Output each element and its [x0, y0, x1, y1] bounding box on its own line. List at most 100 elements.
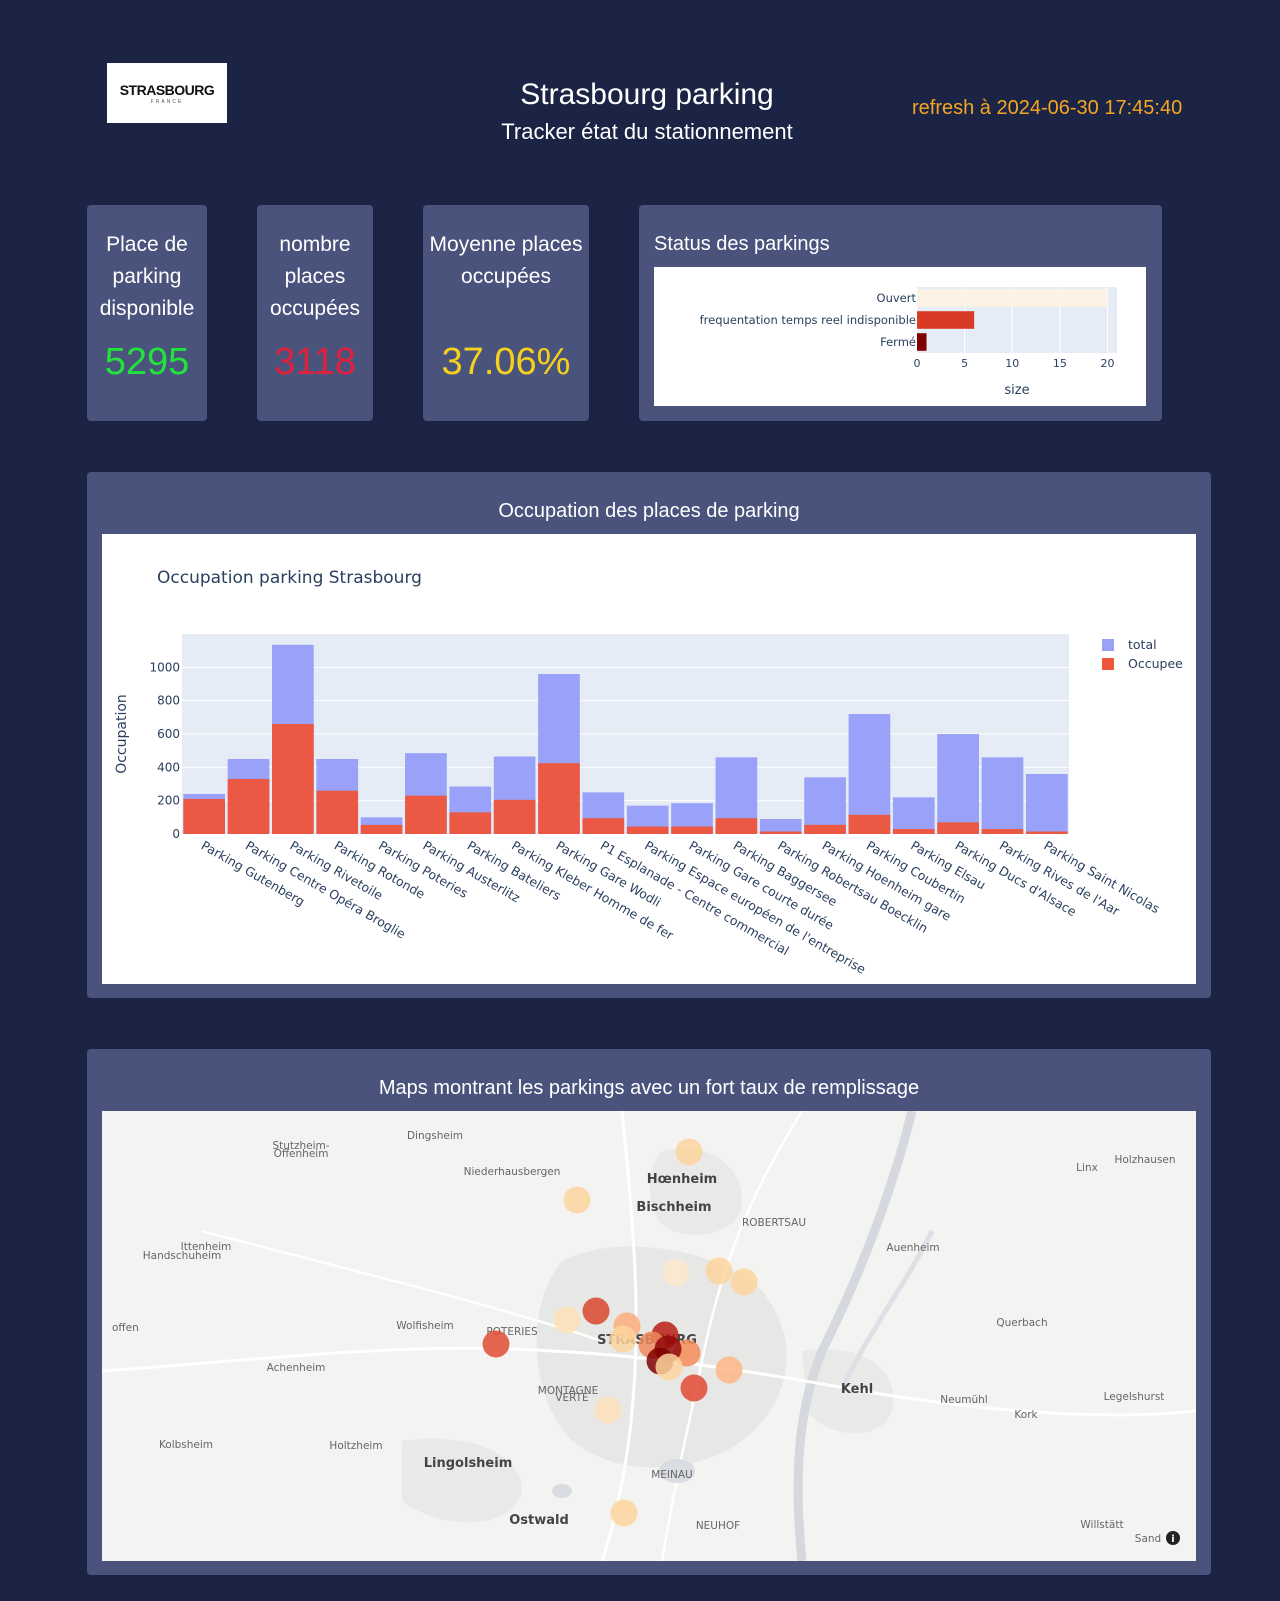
lake	[552, 1484, 572, 1498]
occupation-y-tick: 200	[157, 794, 180, 808]
occupation-bar-occupee	[405, 795, 447, 834]
map-place-label: Bischheim	[636, 1200, 711, 1215]
map-place-label: Auenheim	[886, 1242, 939, 1254]
occupation-bar-total	[937, 734, 979, 834]
status-chart-area: 0 5 10 15 20 Ouvert frequentation temps reel i…	[654, 267, 1146, 406]
status-category-label: Ouvert	[877, 291, 917, 305]
parking-marker	[715, 1356, 743, 1384]
map-place-label: NEUHOF	[696, 1520, 740, 1532]
occupation-bar-occupee	[538, 763, 580, 834]
map-place-label: Hœnheim	[647, 1172, 717, 1187]
occupation-bar-occupee	[227, 779, 270, 834]
kpi-label-average: Moyenne places occupées	[429, 233, 583, 288]
map-place-label: Achenheim	[267, 1362, 326, 1374]
occupation-bar-occupee	[493, 799, 536, 834]
occupation-y-axis-label: Occupation	[114, 694, 130, 774]
refresh-timestamp: refresh à 2024-06-30 17:45:40	[912, 97, 1183, 119]
map-place-label: Legelshurst	[1104, 1391, 1165, 1403]
map-place-label: Willstätt	[1080, 1519, 1123, 1531]
map-place-label: Dingsheim	[407, 1130, 463, 1142]
parking-marker	[594, 1396, 622, 1424]
occupation-bar-occupee	[360, 824, 403, 834]
occupation-bar-occupee	[715, 818, 758, 834]
parking-marker	[680, 1374, 708, 1402]
occupation-bar-occupee	[582, 818, 625, 834]
status-panel: Status des parkings 0 5 10 15 20 Ouvert freque…	[639, 205, 1162, 421]
map-place-label: Kolbsheim	[159, 1439, 213, 1451]
status-bar	[917, 289, 1108, 307]
map-place-label: Linx	[1076, 1162, 1098, 1174]
occupation-bar-occupee	[1025, 831, 1068, 834]
kpi-value-average: 37.06%	[441, 341, 571, 383]
map-place-label: Kork	[1014, 1409, 1038, 1421]
occupation-bar-total	[981, 757, 1024, 834]
status-x-tick: 10	[1005, 357, 1019, 370]
parking-marker	[582, 1297, 610, 1325]
page-subtitle: Tracker état du stationnement	[501, 119, 793, 144]
occupation-y-tick: 800	[157, 694, 180, 708]
occupation-chart-area: Occupation parking Strasbourg 0 200 400 600 8…	[102, 534, 1196, 984]
occupation-panel-title: Occupation des places de parking	[498, 500, 800, 522]
kpi-card-average: Moyenne places occupées 37.06%	[423, 205, 589, 421]
info-icon-glyph: i	[1171, 1534, 1174, 1545]
map-place-label: Handschuheim	[143, 1250, 221, 1262]
status-x-tick: 0	[914, 357, 921, 370]
map-place-label: Sand	[1135, 1533, 1161, 1545]
occupation-bar-occupee	[937, 822, 979, 834]
occupation-bar-total	[1025, 774, 1068, 834]
parking-marker	[675, 1138, 703, 1166]
parking-marker	[563, 1186, 591, 1214]
map-place-label: ROBERTSAU	[742, 1217, 806, 1229]
occupation-bar-total	[892, 797, 935, 834]
occupation-bar-occupee	[804, 824, 846, 834]
map-place-label: Offenheim	[274, 1148, 329, 1160]
kpi-value-available: 5295	[104, 341, 190, 383]
status-chart: 0 5 10 15 20 Ouvert frequentation temps reel i…	[700, 287, 1117, 398]
legend-swatch-occupee	[1102, 658, 1114, 670]
occupation-bar-occupee	[449, 812, 492, 834]
parking-marker	[662, 1259, 690, 1287]
parking-marker	[609, 1325, 637, 1353]
map-place-label: Wolfisheim	[396, 1320, 453, 1332]
parking-marker	[730, 1268, 758, 1296]
parking-map[interactable]: DingsheimStutzheim-OffenheimNiederhausbe…	[102, 1111, 1196, 1561]
parking-marker	[705, 1257, 733, 1285]
occupation-bar-occupee	[759, 831, 802, 834]
occupation-y-tick: 400	[157, 760, 180, 774]
occupation-bar-occupee	[316, 790, 359, 834]
kpi-label-available: Place de parking disponible	[99, 233, 195, 320]
parking-marker	[553, 1306, 581, 1334]
parking-marker	[655, 1353, 683, 1381]
status-x-axis-label: size	[1004, 383, 1029, 398]
kpi-value-occupied: 3118	[274, 341, 356, 383]
map-place-label: Querbach	[996, 1317, 1047, 1329]
kpi-card-occupied: nombre places occupées 3118	[257, 205, 373, 421]
occupation-bar-occupee	[892, 829, 935, 834]
info-icon[interactable]: i	[1166, 1531, 1180, 1545]
status-panel-title: Status des parkings	[654, 233, 830, 255]
parking-marker	[610, 1499, 638, 1527]
status-bar	[917, 311, 975, 329]
map-place-label: Neumühl	[940, 1394, 987, 1406]
occupation-bar-occupee	[981, 829, 1024, 834]
map-place-label: Kehl	[841, 1382, 873, 1397]
parking-marker	[482, 1330, 510, 1358]
occupation-chart-title: Occupation parking Strasbourg	[157, 568, 422, 588]
status-category-label: Fermé	[880, 335, 916, 349]
map-place-label: VERTE	[555, 1392, 588, 1404]
map-place-label: Ostwald	[509, 1513, 569, 1528]
occupation-bar-occupee	[626, 826, 669, 834]
legend-label-occupee: Occupee	[1128, 656, 1183, 671]
kpi-card-available: Place de parking disponible 5295	[87, 205, 207, 421]
map-place-label: MEINAU	[651, 1469, 693, 1481]
status-bar	[917, 333, 927, 351]
occupation-y-tick: 0	[172, 827, 180, 841]
occupation-panel: Occupation des places de parking Occupat…	[87, 472, 1211, 998]
occupation-bar-occupee	[272, 724, 314, 834]
occupation-bar-occupee	[848, 814, 891, 834]
map-place-label: offen	[112, 1322, 139, 1334]
map-area[interactable]: Dingsheim Stutzheim- Offenheim Niederhausbe…	[102, 1111, 1196, 1561]
occupation-chart: Occupation parking Strasbourg 0 200 400 600 8…	[114, 568, 1183, 977]
status-x-tick: 5	[961, 357, 968, 370]
occupation-y-tick: 600	[157, 727, 180, 741]
